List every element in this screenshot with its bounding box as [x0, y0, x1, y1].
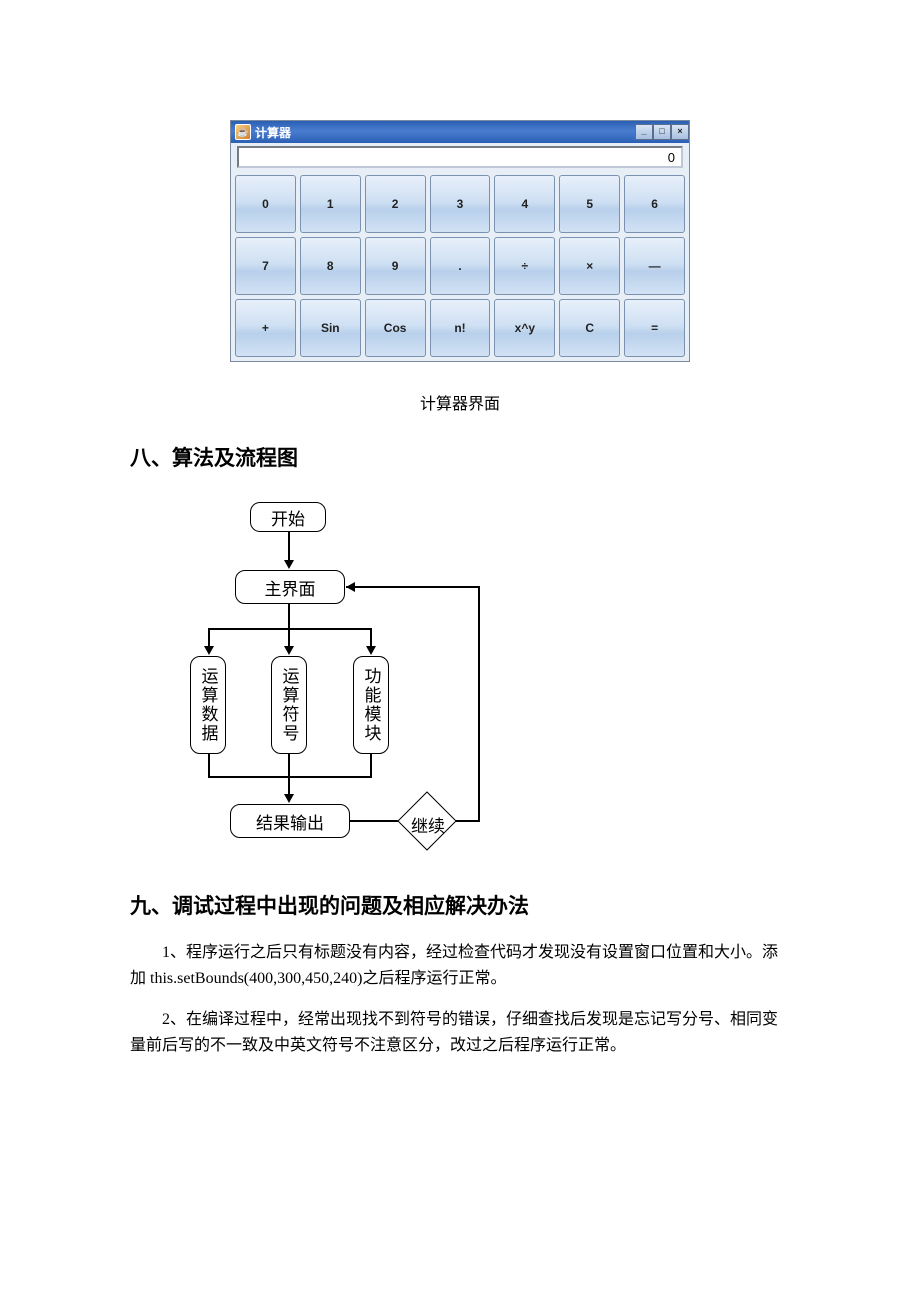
edge: [288, 604, 290, 628]
edge: [208, 628, 210, 648]
paragraph-1: 1、程序运行之后只有标题没有内容，经过检查代码才发现没有设置窗口位置和大小。添加…: [130, 940, 790, 993]
btn-4[interactable]: 4: [494, 175, 555, 233]
btn-9[interactable]: 9: [365, 237, 426, 295]
arrow-left-icon: [346, 582, 355, 592]
maximize-button[interactable]: □: [653, 124, 671, 140]
node-operand-data: 运算数据: [190, 656, 226, 754]
btn-cos[interactable]: Cos: [365, 299, 426, 357]
label-result: 结果输出: [256, 809, 324, 834]
label-main-ui: 主界面: [265, 575, 316, 600]
btn-equals[interactable]: =: [624, 299, 685, 357]
btn-0[interactable]: 0: [235, 175, 296, 233]
node-operator: 运算符号: [271, 656, 307, 754]
p1-code: this.setBounds(400,300,450,240): [150, 970, 362, 987]
btn-8[interactable]: 8: [300, 237, 361, 295]
edge: [208, 776, 372, 778]
btn-sin[interactable]: Sin: [300, 299, 361, 357]
edge: [346, 586, 480, 588]
node-function-module: 功能模块: [353, 656, 389, 754]
window-title: 计算器: [255, 124, 291, 141]
calculator-caption: 计算器界面: [130, 390, 790, 414]
edge: [208, 628, 372, 630]
arrow-down-icon: [366, 646, 376, 655]
label-start: 开始: [271, 505, 305, 530]
btn-7[interactable]: 7: [235, 237, 296, 295]
arrow-down-icon: [284, 794, 294, 803]
minimize-button[interactable]: _: [635, 124, 653, 140]
display-row: 0: [231, 143, 689, 171]
paragraph-2: 2、在编译过程中，经常出现找不到符号的错误，仔细查找后发现是忘记写分号、相同变量…: [130, 1007, 790, 1060]
arrow-down-icon: [284, 560, 294, 569]
edge: [288, 532, 290, 562]
btn-power[interactable]: x^y: [494, 299, 555, 357]
btn-minus[interactable]: —: [624, 237, 685, 295]
node-main-ui: 主界面: [235, 570, 345, 604]
edge: [208, 754, 210, 776]
close-button[interactable]: ×: [671, 124, 689, 140]
edge: [288, 628, 290, 648]
display-field[interactable]: 0: [237, 146, 683, 168]
label-function-module: 功能模块: [359, 667, 384, 743]
btn-factorial[interactable]: n!: [430, 299, 491, 357]
edge: [350, 820, 398, 822]
window-buttons: _ □ ×: [635, 124, 689, 140]
label-continue: 继续: [406, 812, 450, 837]
edge: [370, 628, 372, 648]
edge: [456, 820, 480, 822]
arrow-down-icon: [204, 646, 214, 655]
calculator-window: ☕ 计算器 _ □ × 0 0 1 2 3 4 5 6 7 8 9 . ÷ × …: [230, 120, 690, 362]
section-8-heading: 八、算法及流程图: [130, 442, 790, 472]
java-icon: ☕: [235, 124, 251, 140]
section-9-heading: 九、调试过程中出现的问题及相应解决办法: [130, 890, 790, 920]
btn-divide[interactable]: ÷: [494, 237, 555, 295]
edge: [288, 776, 290, 796]
label-operator: 运算符号: [277, 667, 302, 743]
p1-text-b: 之后程序运行正常。: [362, 970, 506, 987]
edge: [370, 754, 372, 776]
btn-dot[interactable]: .: [430, 237, 491, 295]
btn-5[interactable]: 5: [559, 175, 620, 233]
titlebar[interactable]: ☕ 计算器 _ □ ×: [231, 121, 689, 143]
btn-clear[interactable]: C: [559, 299, 620, 357]
btn-3[interactable]: 3: [430, 175, 491, 233]
btn-1[interactable]: 1: [300, 175, 361, 233]
flowchart-diagram: 开始 主界面 运算数据 运算符号 功能模块 结果输出 继续: [160, 492, 500, 862]
node-start: 开始: [250, 502, 326, 532]
btn-plus[interactable]: +: [235, 299, 296, 357]
edge: [478, 586, 480, 822]
btn-6[interactable]: 6: [624, 175, 685, 233]
btn-2[interactable]: 2: [365, 175, 426, 233]
label-operand-data: 运算数据: [196, 667, 221, 743]
button-grid: 0 1 2 3 4 5 6 7 8 9 . ÷ × — + Sin Cos n!…: [231, 171, 689, 361]
btn-multiply[interactable]: ×: [559, 237, 620, 295]
arrow-down-icon: [284, 646, 294, 655]
edge: [288, 754, 290, 776]
node-result: 结果输出: [230, 804, 350, 838]
